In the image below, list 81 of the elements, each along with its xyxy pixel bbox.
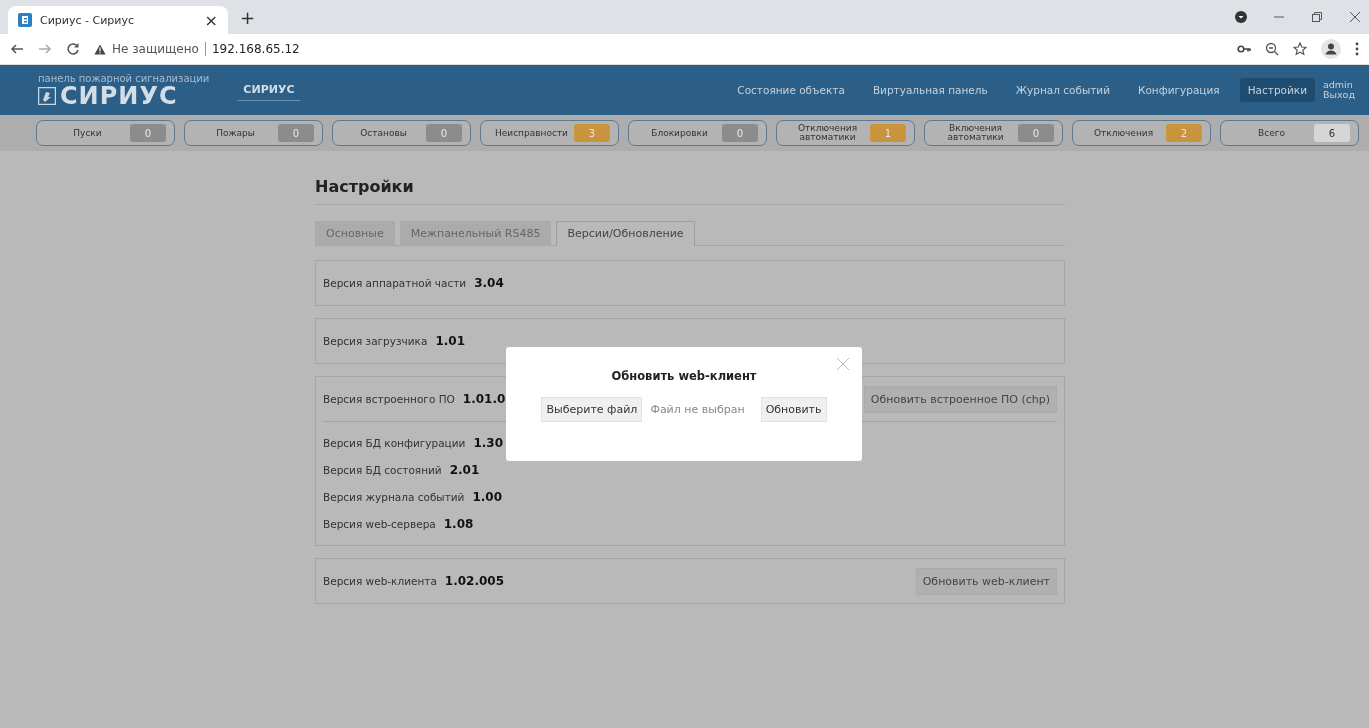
user-name: admin [1322,80,1354,90]
counter-button[interactable]: Блокировки 0 [628,120,767,146]
counter-label: Всего [1257,128,1286,138]
update-button[interactable]: Обновить web-клиент [915,567,1057,595]
settings-tab[interactable]: Версии/Обновление [556,221,695,246]
update-button[interactable]: Обновить встроенное ПО (chp) [863,385,1057,413]
logo-icon [38,86,56,105]
counter-button[interactable]: Отключения автоматики 1 [776,120,915,146]
logo-caption: панель пожарной сигнализации [38,72,210,84]
counter-value: 0 [130,124,166,142]
nav-link[interactable]: Журнал событий [1007,78,1118,102]
version-label: Версия журнала событий [323,491,465,503]
counter-label: Включения автоматики [946,124,1005,142]
warning-icon [94,43,106,55]
zoom-out-icon[interactable] [1265,42,1279,56]
counter-label: Отключения [1092,128,1155,138]
counter-value: 1 [870,124,906,142]
counter-value: 6 [1314,124,1350,142]
counter-value: 2 [1166,124,1202,142]
version-label: Версия web-сервера [323,518,436,530]
version-label: Версия встроенного ПО [323,393,455,405]
page-title: Настройки [315,177,1065,205]
logo-text: СИРИУС [60,83,178,108]
star-icon[interactable] [1293,42,1307,56]
counter-button[interactable]: Включения автоматики 0 [924,120,1063,146]
restore-icon[interactable] [1311,11,1323,23]
favicon-icon [18,13,32,27]
version-label: Версия аппаратной части [323,277,467,289]
update-button[interactable]: Обновить [760,397,827,422]
version-value: 1.01 [435,334,465,348]
counter-label: Остановы [359,128,408,138]
file-status: Файл не выбран [650,403,745,416]
profile-icon[interactable] [1321,39,1341,59]
version-value: 1.30 [473,436,503,450]
counter-label: Неисправности [494,128,569,138]
dialog-title: Обновить web-клиент [611,369,757,383]
counter-button[interactable]: Пуски 0 [36,120,175,146]
address-field[interactable]: Не защищено 192.168.65.12 [94,37,1223,61]
key-icon[interactable] [1237,42,1251,56]
counter-button[interactable]: Пожары 0 [184,120,323,146]
back-icon[interactable] [10,42,24,56]
version-value: 3.04 [474,276,504,290]
nav-link[interactable]: Виртуальная панель [864,78,996,102]
new-tab-button[interactable]: + [240,6,256,28]
counter-label: Отключения автоматики [796,124,859,142]
counter-value: 0 [1018,124,1054,142]
nav-link[interactable]: Настройки [1239,78,1315,102]
version-label: Версия БД конфигурации [323,437,466,449]
reload-icon[interactable] [66,42,80,56]
menu-icon[interactable] [1355,42,1359,56]
version-value: 1.08 [443,517,474,531]
media-icon[interactable] [1235,11,1247,23]
counter-label: Пуски [72,128,103,138]
counter-value: 0 [278,124,314,142]
counter-label: Блокировки [650,128,709,138]
version-label: Версия загрузчика [323,335,428,347]
counter-label: Пожары [215,128,256,138]
browser-tab[interactable]: Сириус - Сириус × [8,6,228,34]
logout-link[interactable]: Выход [1322,90,1355,100]
nav-link[interactable]: Состояние объекта [729,78,853,102]
version-value: 1.00 [472,490,503,504]
version-value: 1.01.0 [462,392,506,406]
nav-link[interactable]: Конфигурация [1130,78,1228,102]
counter-button[interactable]: Остановы 0 [332,120,471,146]
choose-file-button[interactable]: Выберите файл [541,397,643,422]
version-label: Версия web-клиента [323,575,437,587]
version-value: 1.02.005 [444,574,505,588]
counter-button[interactable]: Отключения 2 [1072,120,1211,146]
counter-value: 3 [574,124,610,142]
counter-button[interactable]: Неисправности 3 [480,120,619,146]
tab-close-button[interactable]: × [204,10,218,30]
version-label: Версия БД состояний [323,464,442,476]
url-text: 192.168.65.12 [211,42,300,56]
tab-title: Сириус - Сириус [40,13,135,27]
counter-value: 0 [426,124,462,142]
security-label: Не защищено [112,42,206,56]
close-icon[interactable] [1349,11,1361,23]
site-name[interactable]: СИРИУС [237,79,301,101]
counter-button[interactable]: Всего 6 [1220,120,1359,146]
version-value: 2.01 [449,463,480,477]
counter-value: 0 [722,124,758,142]
